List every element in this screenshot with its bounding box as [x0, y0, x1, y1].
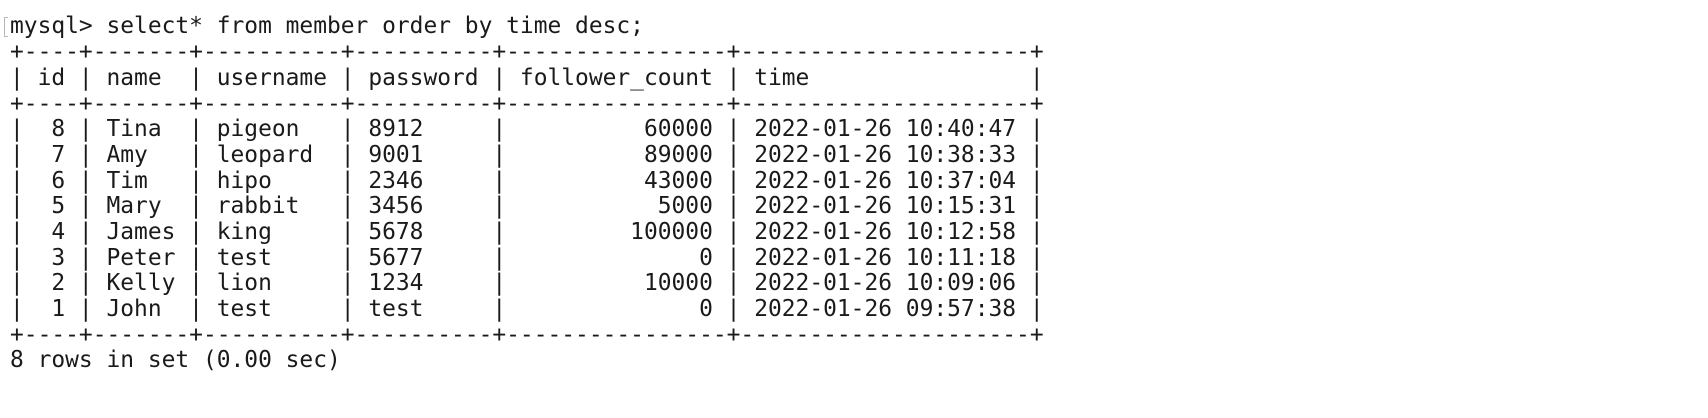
- table-row: | 8 | Tina | pigeon | 8912 | 60000 | 202…: [10, 116, 1044, 142]
- prompt-marker: [4, 17, 8, 37]
- table-header: | id | name | username | password | foll…: [10, 65, 1044, 91]
- command-line: mysql> select* from member order by time…: [10, 13, 644, 39]
- table-row: | 5 | Mary | rabbit | 3456 | 5000 | 2022…: [10, 193, 1044, 219]
- table-row: | 6 | Tim | hipo | 2346 | 43000 | 2022-0…: [10, 168, 1044, 194]
- terminal-window[interactable]: mysql> select* from member order by time…: [0, 0, 1708, 418]
- table-row: | 3 | Peter | test | 5677 | 0 | 2022-01-…: [10, 245, 1044, 271]
- table-row: | 1 | John | test | test | 0 | 2022-01-2…: [10, 296, 1044, 322]
- table-border-top: +----+-------+----------+----------+----…: [10, 39, 1044, 65]
- result-summary: 8 rows in set (0.00 sec): [10, 347, 341, 373]
- table-row: | 7 | Amy | leopard | 9001 | 89000 | 202…: [10, 142, 1044, 168]
- table-row: | 4 | James | king | 5678 | 100000 | 202…: [10, 219, 1044, 245]
- table-border-bottom: +----+-------+----------+----------+----…: [10, 322, 1044, 348]
- table-row: | 2 | Kelly | lion | 1234 | 10000 | 2022…: [10, 270, 1044, 296]
- table-border-mid: +----+-------+----------+----------+----…: [10, 91, 1044, 117]
